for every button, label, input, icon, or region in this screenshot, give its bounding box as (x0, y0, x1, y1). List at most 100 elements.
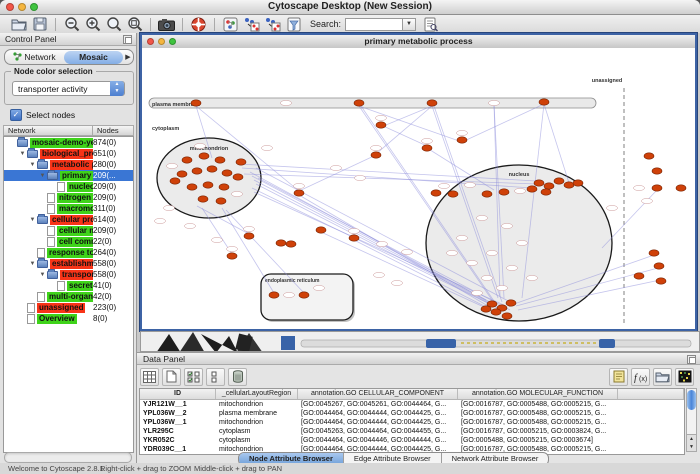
column-header[interactable]: _cellularLayoutRegion (216, 389, 298, 399)
graph-node[interactable] (541, 189, 551, 195)
network-tree-item[interactable]: ▼cellular process614(0) (4, 214, 133, 225)
tree-header-network[interactable]: Network (3, 125, 92, 136)
graph-node[interactable] (376, 122, 386, 128)
graph-node[interactable] (544, 183, 554, 189)
zoom-selected-icon[interactable] (103, 16, 124, 33)
graph-node[interactable] (354, 100, 364, 106)
graph-node[interactable] (649, 250, 659, 256)
graph-node[interactable] (222, 170, 232, 176)
graph-node[interactable] (203, 182, 213, 188)
unselect-attributes-icon[interactable] (206, 368, 225, 386)
graph-node[interactable] (244, 233, 254, 239)
advanced-search-icon[interactable] (420, 16, 441, 33)
graph-node[interactable] (294, 190, 304, 196)
graph-node[interactable] (676, 185, 686, 191)
graph-node[interactable] (431, 190, 441, 196)
graph-node[interactable] (269, 292, 279, 298)
graph-node[interactable] (199, 153, 209, 159)
import-attributes-icon[interactable] (653, 368, 672, 386)
graph-node[interactable] (177, 171, 187, 177)
network-tree-item[interactable]: secretion41(0) (4, 280, 133, 291)
create-attribute-icon[interactable] (162, 368, 181, 386)
network-tree-item[interactable]: macromolecule311(0) (4, 203, 133, 214)
expand-arrow-icon[interactable]: ▼ (28, 261, 37, 267)
graph-node[interactable] (316, 227, 326, 233)
graph-node[interactable] (534, 180, 544, 186)
zoom-in-icon[interactable] (82, 16, 103, 33)
network-tree-item[interactable]: nitrogen compo209(0) (4, 192, 133, 203)
expand-arrow-icon[interactable]: ▼ (18, 151, 27, 157)
table-row[interactable]: YLR295Ccytoplasm[GO:0045263, GO:0044464,… (140, 427, 684, 436)
network-tree-item[interactable]: cellular metabo209(0) (4, 225, 133, 236)
search-input[interactable] (345, 18, 403, 31)
graph-node[interactable] (573, 180, 583, 186)
network-tree-item[interactable]: unassigned223(0) (4, 302, 133, 313)
network-canvas[interactable]: plasma membrane cytoplasm mitochondrion … (142, 48, 695, 329)
zoom-out-icon[interactable] (61, 16, 82, 33)
graph-node[interactable] (634, 273, 644, 279)
network-window-titlebar[interactable]: primary metabolic process (142, 35, 695, 49)
graph-node[interactable] (644, 153, 654, 159)
graph-node[interactable] (276, 240, 286, 246)
table-row[interactable]: YKR052Ccytoplasm[GO:0044464, GO:0044446,… (140, 436, 684, 445)
graph-node[interactable] (299, 292, 309, 298)
graph-node[interactable] (349, 235, 359, 241)
graph-node[interactable] (286, 241, 296, 247)
open-session-icon[interactable] (8, 16, 29, 33)
graph-node[interactable] (216, 198, 226, 204)
expand-arrow-icon[interactable]: ▼ (28, 217, 37, 223)
graph-node[interactable] (554, 178, 564, 184)
network-tree-item[interactable]: response to stimulu264(0) (4, 247, 133, 258)
snapshot-icon[interactable] (156, 16, 177, 33)
graph-node[interactable] (219, 184, 229, 190)
delete-attribute-icon[interactable] (228, 368, 247, 386)
table-row[interactable]: YJR121W__1mitochondrion[GO:0045267, GO:0… (140, 400, 684, 409)
create-network-view-icon[interactable] (241, 16, 262, 33)
graph-node[interactable] (654, 263, 664, 269)
graph-node[interactable] (198, 196, 208, 202)
graph-node[interactable] (227, 253, 237, 259)
expand-arrow-icon[interactable]: ▼ (38, 272, 47, 278)
table-row[interactable]: YPL036W__2plasma membrane[GO:0044464, GO… (140, 409, 684, 418)
attribute-editor-icon[interactable] (609, 368, 628, 386)
graph-node[interactable] (207, 166, 217, 172)
help-icon[interactable] (188, 16, 209, 33)
graph-node[interactable] (481, 306, 491, 312)
graph-node[interactable] (236, 159, 246, 165)
tree-header-nodes[interactable]: Nodes (92, 125, 134, 136)
graph-node[interactable] (502, 313, 512, 319)
node-color-dropdown[interactable]: transporter activity ▲▼ (12, 81, 125, 96)
graph-node[interactable] (427, 100, 437, 106)
filter-icon[interactable] (283, 16, 304, 33)
column-header[interactable]: annotation.GO MOLECULAR_FUNCTION (458, 389, 618, 399)
graph-node[interactable] (215, 157, 225, 163)
graph-node[interactable] (182, 157, 192, 163)
table-scrollbar[interactable]: ▲▼ (686, 388, 697, 452)
attribute-select-icon[interactable] (140, 368, 159, 386)
tabs-overflow-icon[interactable]: ▶ (123, 53, 133, 61)
graph-node[interactable] (422, 145, 432, 151)
graph-node[interactable] (482, 191, 492, 197)
graph-node[interactable] (527, 186, 537, 192)
destroy-network-view-icon[interactable] (262, 16, 283, 33)
graph-node[interactable] (191, 100, 201, 106)
table-scrollbar-arrows[interactable]: ▲▼ (687, 434, 696, 451)
matrix-view-icon[interactable] (675, 368, 694, 386)
graph-node[interactable] (233, 174, 243, 180)
zoom-fit-icon[interactable] (124, 16, 145, 33)
column-header[interactable]: ID (140, 389, 216, 399)
network-tree-item[interactable]: mosaic-demo-yeast874(0) (4, 137, 133, 148)
network-tree-item[interactable]: ▼biological_process651(0) (4, 148, 133, 159)
network-tree-item[interactable]: multi-organism pro42(0) (4, 291, 133, 302)
float-data-panel-icon[interactable] (687, 355, 696, 364)
expand-arrow-icon[interactable]: ▼ (28, 162, 37, 168)
function-builder-icon[interactable]: f(x) (631, 368, 650, 386)
column-header[interactable]: annotation.GO CELLULAR_COMPONENT (298, 389, 458, 399)
vizmapper-icon[interactable] (220, 16, 241, 33)
network-tree-item[interactable]: ▼primary metabo209(... (4, 170, 133, 181)
tab-network[interactable]: Network (5, 51, 64, 64)
graph-node[interactable] (491, 309, 501, 315)
tab-mosaic[interactable]: Mosaic (64, 51, 123, 64)
graph-node[interactable] (457, 137, 467, 143)
expand-arrow-icon[interactable]: ▼ (38, 173, 47, 179)
